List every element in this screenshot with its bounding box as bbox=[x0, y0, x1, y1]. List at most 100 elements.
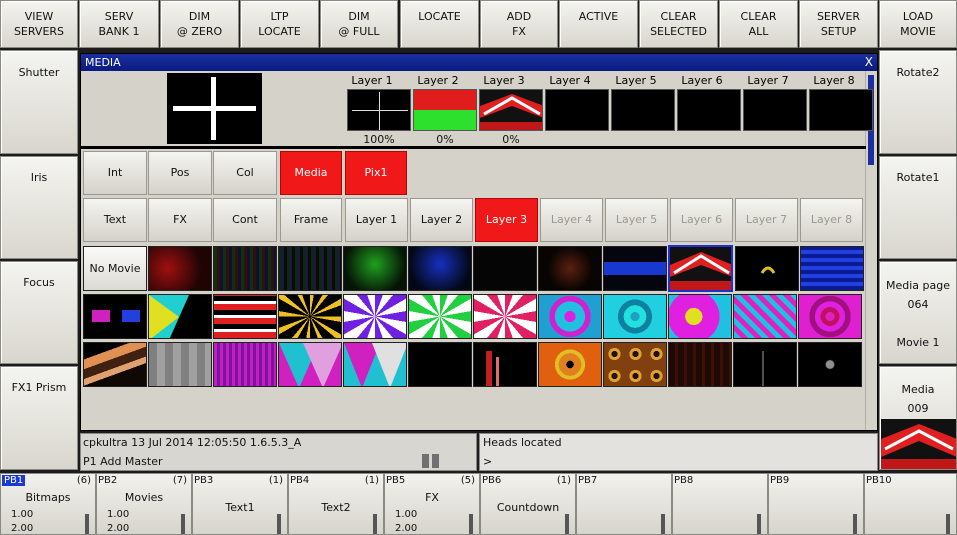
media-thumbnail[interactable] bbox=[603, 246, 667, 291]
media-thumbnail[interactable] bbox=[83, 294, 147, 339]
dim-zero-button[interactable]: DIM @ ZERO bbox=[160, 0, 239, 48]
tab-col[interactable]: Col bbox=[213, 151, 277, 195]
tab-layer-3[interactable]: Layer 3 bbox=[475, 198, 538, 242]
media-thumbnail[interactable] bbox=[733, 342, 797, 387]
media-thumbnail[interactable] bbox=[800, 246, 864, 291]
tab-layer-5[interactable]: Layer 5 bbox=[605, 198, 668, 242]
playback-pb9[interactable]: PB9 bbox=[768, 473, 864, 535]
tab-layer-4[interactable]: Layer 4 bbox=[540, 198, 603, 242]
shutter-button[interactable]: Shutter bbox=[0, 50, 78, 154]
layer-preview[interactable] bbox=[545, 89, 609, 131]
layer-preview[interactable] bbox=[347, 89, 411, 131]
media-thumbnail[interactable] bbox=[213, 342, 277, 387]
fader-handle[interactable] bbox=[946, 514, 950, 534]
ltp-locate-button[interactable]: LTP LOCATE bbox=[240, 0, 319, 48]
layer-preview[interactable] bbox=[479, 89, 543, 131]
playback-pb3[interactable]: PB3 (1) Text1 bbox=[192, 473, 288, 535]
media-thumbnail[interactable] bbox=[538, 342, 602, 387]
tab-layer-7[interactable]: Layer 7 bbox=[735, 198, 798, 242]
media-thumbnail[interactable] bbox=[473, 294, 537, 339]
media-thumbnail[interactable] bbox=[408, 294, 472, 339]
focus-button[interactable]: Focus bbox=[0, 261, 78, 364]
active-button[interactable]: ACTIVE bbox=[559, 0, 638, 48]
tab-media[interactable]: Media bbox=[280, 151, 342, 195]
add-fx-button[interactable]: ADD FX bbox=[480, 0, 558, 48]
fader-handle[interactable] bbox=[277, 514, 281, 534]
playback-pb7[interactable]: PB7 bbox=[576, 473, 672, 535]
media-thumbnail[interactable] bbox=[343, 342, 407, 387]
fader-handle[interactable] bbox=[661, 514, 665, 534]
tab-layer-2[interactable]: Layer 2 bbox=[410, 198, 473, 242]
media-thumbnail[interactable] bbox=[798, 342, 862, 387]
media-thumbnail[interactable] bbox=[408, 246, 472, 291]
media-thumbnail[interactable] bbox=[538, 246, 602, 291]
media-thumbnail[interactable] bbox=[603, 342, 667, 387]
close-icon[interactable]: X bbox=[865, 54, 873, 71]
fader-handle[interactable] bbox=[565, 514, 569, 534]
playback-pb6[interactable]: PB6 (1) Countdown bbox=[480, 473, 576, 535]
fx1-prism-button[interactable]: FX1 Prism bbox=[0, 366, 78, 470]
media-thumbnail[interactable] bbox=[538, 294, 602, 339]
media-thumbnail[interactable] bbox=[343, 294, 407, 339]
media-select-button[interactable]: Media 009 bbox=[879, 366, 957, 470]
layer-preview[interactable] bbox=[743, 89, 807, 131]
playback-pb5[interactable]: PB5 (5) FX 1.00 2.00 bbox=[384, 473, 480, 535]
tab-layer-1[interactable]: Layer 1 bbox=[345, 198, 408, 242]
view-servers-button[interactable]: VIEW SERVERS bbox=[0, 0, 78, 48]
layer-preview[interactable] bbox=[413, 89, 477, 131]
fader-handle[interactable] bbox=[853, 514, 857, 534]
media-thumbnail[interactable] bbox=[148, 246, 212, 291]
tab-cont[interactable]: Cont bbox=[213, 198, 277, 242]
layer-preview[interactable] bbox=[809, 89, 873, 131]
media-thumbnail[interactable] bbox=[148, 294, 212, 339]
tab-pix1[interactable]: Pix1 bbox=[345, 151, 407, 195]
fader-handle[interactable] bbox=[181, 514, 185, 534]
rotate2-button[interactable]: Rotate2 bbox=[879, 50, 957, 154]
fader-handle[interactable] bbox=[85, 514, 89, 534]
layer-preview[interactable] bbox=[611, 89, 675, 131]
media-thumbnail[interactable] bbox=[408, 342, 472, 387]
media-thumbnail[interactable] bbox=[213, 246, 277, 291]
media-thumbnail[interactable] bbox=[148, 342, 212, 387]
media-thumbnail[interactable] bbox=[278, 294, 342, 339]
command-prompt[interactable]: > bbox=[483, 455, 492, 468]
media-thumbnail[interactable] bbox=[473, 246, 537, 291]
media-thumbnail[interactable] bbox=[733, 294, 797, 339]
tab-int[interactable]: Int bbox=[83, 151, 147, 195]
playback-pb4[interactable]: PB4 (1) Text2 bbox=[288, 473, 384, 535]
fader-handle[interactable] bbox=[757, 514, 761, 534]
iris-button[interactable]: Iris bbox=[0, 156, 78, 259]
media-thumbnail[interactable] bbox=[735, 246, 799, 291]
media-thumbnail[interactable] bbox=[83, 342, 147, 387]
locate-button[interactable]: LOCATE bbox=[400, 0, 479, 48]
clear-all-button[interactable]: CLEAR ALL bbox=[719, 0, 798, 48]
tab-layer-8[interactable]: Layer 8 bbox=[800, 198, 863, 242]
playback-pb2[interactable]: PB2 (7) Movies 1.00 2.00 bbox=[96, 473, 192, 535]
media-thumbnail[interactable] bbox=[343, 246, 407, 291]
media-thumbnail[interactable] bbox=[278, 342, 342, 387]
tab-pos[interactable]: Pos bbox=[148, 151, 212, 195]
media-thumbnail[interactable] bbox=[668, 342, 732, 387]
fader-handle[interactable] bbox=[373, 514, 377, 534]
server-setup-button[interactable]: SERVER SETUP bbox=[799, 0, 878, 48]
no-movie-thumbnail[interactable]: No Movie bbox=[83, 246, 147, 291]
tab-frame[interactable]: Frame bbox=[280, 198, 342, 242]
clear-selected-button[interactable]: CLEAR SELECTED bbox=[639, 0, 718, 48]
playback-pb8[interactable]: PB8 bbox=[672, 473, 768, 535]
media-thumbnail[interactable] bbox=[798, 294, 862, 339]
tab-fx[interactable]: FX bbox=[148, 198, 212, 242]
media-thumbnail[interactable] bbox=[473, 342, 537, 387]
load-movie-button[interactable]: LOAD MOVIE bbox=[879, 0, 957, 48]
media-thumbnail[interactable] bbox=[668, 294, 732, 339]
tab-layer-6[interactable]: Layer 6 bbox=[670, 198, 733, 242]
serv-bank-button[interactable]: SERV BANK 1 bbox=[79, 0, 159, 48]
media-thumbnail-selected[interactable] bbox=[668, 245, 733, 292]
playback-pb1[interactable]: PB1 (6) Bitmaps 1.00 2.00 bbox=[0, 473, 96, 535]
fader-handle[interactable] bbox=[469, 514, 473, 534]
rotate1-button[interactable]: Rotate1 bbox=[879, 156, 957, 259]
dim-full-button[interactable]: DIM @ FULL bbox=[320, 0, 398, 48]
playback-pb10[interactable]: PB10 bbox=[864, 473, 957, 535]
media-page-button[interactable]: Media page 064 Movie 1 bbox=[879, 261, 957, 364]
layer-preview[interactable] bbox=[677, 89, 741, 131]
media-thumbnail[interactable] bbox=[213, 294, 277, 339]
